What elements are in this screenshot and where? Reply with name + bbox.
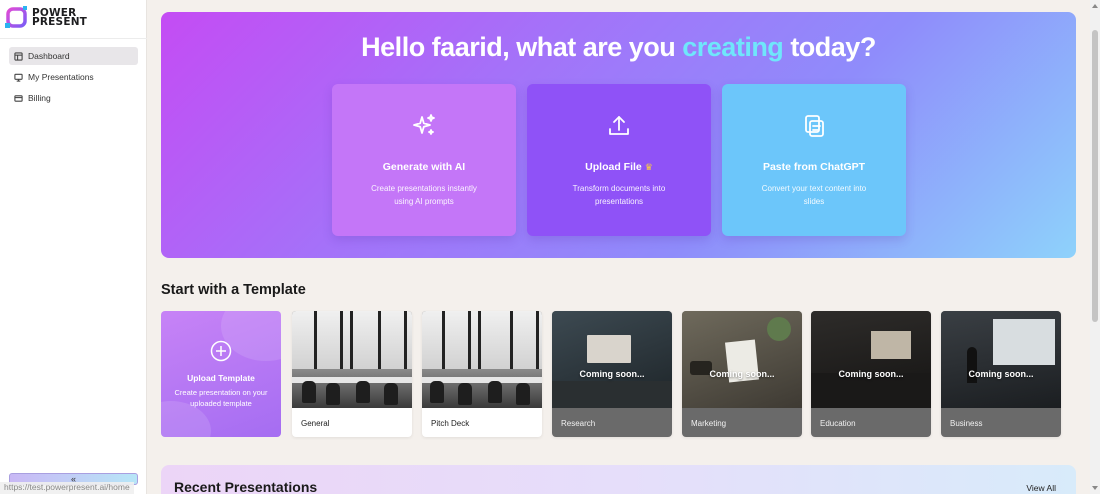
- template-card-general[interactable]: General: [292, 311, 412, 437]
- recent-presentations-panel: Recent Presentations View All: [161, 465, 1076, 494]
- paste-from-chatgpt-card[interactable]: Paste from ChatGPT Convert your text con…: [722, 84, 906, 236]
- template-label: Marketing: [691, 419, 727, 428]
- template-card-business[interactable]: Coming soon... Business: [941, 311, 1061, 437]
- template-thumbnail: [682, 311, 802, 408]
- card-title: Generate with AI: [382, 161, 466, 173]
- crown-icon: ♛: [644, 162, 653, 172]
- sidebar-item-my-presentations[interactable]: My Presentations: [9, 68, 138, 86]
- sidebar-item-dashboard[interactable]: Dashboard: [9, 47, 138, 65]
- template-card-marketing[interactable]: Coming soon... Marketing: [682, 311, 802, 437]
- template-thumbnail: [552, 311, 672, 408]
- card-title: Paste from ChatGPT: [762, 161, 866, 173]
- template-thumbnail: [422, 311, 542, 408]
- card-description: Transform documents into presentations: [572, 184, 666, 206]
- sidebar-item-label: My Presentations: [28, 72, 94, 82]
- template-thumbnail: [941, 311, 1061, 408]
- monitor-icon: [14, 73, 23, 82]
- scroll-up-icon[interactable]: [1092, 4, 1098, 8]
- sidebar-divider: [0, 38, 147, 39]
- scroll-down-icon[interactable]: [1092, 486, 1098, 490]
- template-label: General: [301, 419, 330, 428]
- card-title-text: Upload File: [585, 161, 642, 173]
- coming-soon-badge: Coming soon...: [709, 369, 775, 379]
- sidebar: POWER PRESENT Dashboard My Presentations…: [0, 0, 147, 494]
- generate-with-ai-card[interactable]: Generate with AI Create presentations in…: [332, 84, 516, 236]
- sidebar-item-label: Dashboard: [28, 51, 70, 61]
- template-label: Business: [950, 419, 983, 428]
- card-title: Upload File ♛: [527, 161, 711, 173]
- coming-soon-badge: Coming soon...: [579, 369, 645, 379]
- title-accent: creating: [682, 32, 784, 62]
- templates-section-title: Start with a Template: [161, 282, 306, 298]
- template-card-research[interactable]: Coming soon... Research: [552, 311, 672, 437]
- card-description: Create presentations instantly using AI …: [371, 184, 477, 206]
- template-label: Pitch Deck: [431, 419, 470, 428]
- upload-icon: [609, 116, 629, 135]
- status-bar-url: https://test.powerpresent.ai/home: [0, 482, 134, 494]
- app-logo[interactable]: POWER PRESENT: [5, 5, 87, 31]
- page-scrollbar[interactable]: [1090, 0, 1100, 494]
- scrollbar-thumb[interactable]: [1092, 30, 1098, 322]
- card-description: Convert your text content into slides: [761, 184, 867, 206]
- title-suffix: today?: [783, 32, 876, 62]
- template-card-education[interactable]: Coming soon... Education: [811, 311, 931, 437]
- view-all-link[interactable]: View All: [1026, 483, 1056, 493]
- sidebar-item-label: Billing: [28, 93, 51, 103]
- page-title: Hello faarid, what are you creating toda…: [161, 32, 1076, 63]
- layout-icon: [14, 51, 23, 61]
- template-thumbnail: [811, 311, 931, 408]
- paste-icon: [805, 115, 824, 137]
- plus-circle-icon: [210, 340, 232, 362]
- card-title: Upload Template: [187, 373, 255, 383]
- upload-file-card[interactable]: Upload File ♛ Transform documents into pr…: [527, 84, 711, 236]
- card-description: Create presentation on your uploaded tem…: [174, 388, 268, 408]
- sidebar-item-billing[interactable]: Billing: [9, 89, 138, 107]
- hero-banner: Hello faarid, what are you creating toda…: [161, 12, 1076, 258]
- logo-mark-icon: [5, 6, 29, 30]
- upload-template-card[interactable]: Upload Template Create presentation on y…: [161, 311, 281, 437]
- sparkles-icon: [413, 114, 435, 135]
- template-thumbnail: [292, 311, 412, 408]
- coming-soon-badge: Coming soon...: [838, 369, 904, 379]
- title-prefix: Hello faarid, what are you: [361, 32, 683, 62]
- template-card-pitch-deck[interactable]: Pitch Deck: [422, 311, 542, 437]
- template-label: Research: [561, 419, 596, 428]
- logo-text: POWER PRESENT: [32, 8, 88, 28]
- recent-presentations-title: Recent Presentations: [174, 479, 318, 494]
- sidebar-nav: Dashboard My Presentations Billing: [9, 47, 138, 110]
- logo-line-2: PRESENT: [32, 16, 88, 28]
- card-icon: [14, 94, 23, 102]
- template-label: Education: [820, 419, 856, 428]
- coming-soon-badge: Coming soon...: [968, 369, 1034, 379]
